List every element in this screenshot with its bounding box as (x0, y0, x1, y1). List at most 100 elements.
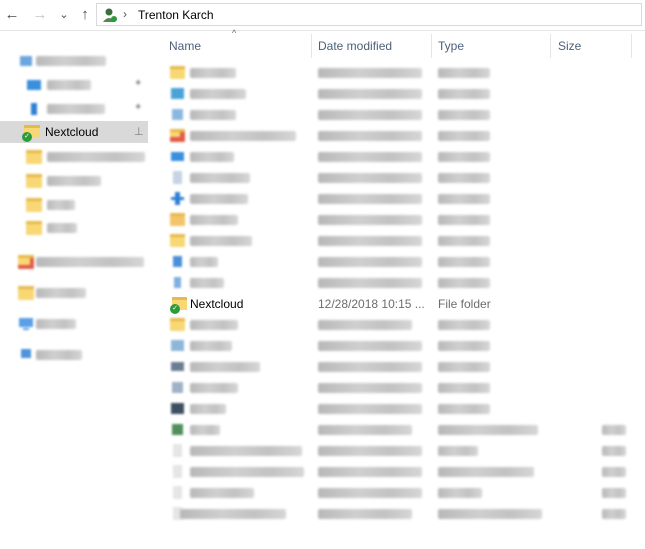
sidebar-item-blurred[interactable] (0, 194, 148, 216)
list-item[interactable] (150, 63, 645, 84)
blurred-name (190, 194, 248, 204)
blurred-date (318, 110, 422, 120)
list-item[interactable] (150, 189, 645, 210)
list-item[interactable] (150, 315, 645, 336)
breadcrumb-current[interactable]: Trenton Karch (138, 8, 214, 22)
blurred-date (318, 488, 422, 498)
sidebar-item-blurred[interactable] (0, 170, 148, 192)
recent-locations-button[interactable]: ⌄ (54, 5, 74, 25)
spreadsheet-icon (172, 424, 183, 435)
list-item[interactable] (150, 483, 645, 504)
blurred-name (190, 467, 304, 477)
list-item[interactable] (150, 252, 645, 273)
sidebar-item-downloads[interactable]: ✦ (0, 98, 148, 120)
blurred-date (318, 425, 412, 435)
blurred-name (190, 446, 302, 456)
list-item[interactable] (150, 168, 645, 189)
sidebar-item-this-pc[interactable] (0, 313, 148, 335)
blurred-date (318, 131, 422, 141)
blurred-name (190, 152, 234, 162)
list-item[interactable] (150, 231, 645, 252)
sidebar-item-blurred[interactable] (0, 146, 148, 168)
blurred-type (438, 194, 490, 204)
blurred-size (602, 446, 626, 456)
blurred-name (190, 110, 236, 120)
list-item[interactable] (150, 420, 645, 441)
blurred-date (318, 341, 422, 351)
blurred-date (318, 194, 422, 204)
list-item[interactable] (150, 126, 645, 147)
column-divider[interactable] (550, 34, 551, 58)
blurred-size (602, 425, 626, 435)
blurred-type (438, 467, 534, 477)
blurred-name (190, 68, 236, 78)
list-item[interactable] (150, 441, 645, 462)
folder-icon (26, 198, 42, 212)
blurred-type (438, 404, 490, 414)
blurred-date (318, 215, 422, 225)
blurred-name (190, 425, 220, 435)
column-divider[interactable] (631, 34, 632, 58)
column-divider[interactable] (431, 34, 432, 58)
list-item[interactable] (150, 504, 645, 525)
sidebar-item-quick-access[interactable] (0, 50, 148, 72)
blurred-label (36, 56, 106, 66)
favorites-icon (170, 213, 185, 226)
blurred-name (190, 278, 224, 288)
blurred-label (36, 319, 76, 329)
list-item[interactable] (150, 147, 645, 168)
blurred-type (438, 383, 490, 393)
list-item[interactable] (150, 273, 645, 294)
blurred-name (190, 341, 232, 351)
breadcrumb-separator: › (123, 7, 127, 21)
column-header-size[interactable]: Size (558, 39, 581, 53)
up-button[interactable]: ↑ (75, 5, 95, 25)
list-item[interactable] (150, 399, 645, 420)
blurred-name (190, 131, 296, 141)
blurred-name (190, 362, 260, 372)
sidebar-item-desktop[interactable]: ✦ (0, 74, 148, 96)
blurred-type (438, 110, 490, 120)
list-item-nextcloud[interactable]: ✓ Nextcloud 12/28/2018 10:15 ... File fo… (150, 294, 645, 315)
column-header-bar: ^ Name Date modified Type Size (150, 28, 645, 59)
list-item[interactable] (150, 210, 645, 231)
sidebar-item-network[interactable] (0, 344, 148, 366)
sidebar-item-creative-cloud[interactable] (0, 251, 148, 273)
column-header-type[interactable]: Type (438, 39, 464, 53)
sidebar-item-nextcloud[interactable]: ✓ Nextcloud ⊥ (0, 121, 148, 143)
file-icon (173, 486, 182, 499)
sync-ok-icon: ✓ (22, 132, 32, 142)
list-item[interactable] (150, 84, 645, 105)
file-type: File folder (438, 297, 491, 311)
desktop-icon (27, 80, 41, 90)
blurred-date (318, 236, 422, 246)
blurred-type (438, 152, 490, 162)
list-item[interactable] (150, 336, 645, 357)
blurred-date (318, 68, 422, 78)
blurred-type (438, 320, 490, 330)
list-item[interactable] (150, 378, 645, 399)
sidebar-item-onedrive[interactable] (0, 282, 148, 304)
blurred-type (438, 89, 490, 99)
list-item[interactable] (150, 357, 645, 378)
list-item[interactable] (150, 462, 645, 483)
blurred-date (318, 152, 422, 162)
download-icon (31, 103, 37, 115)
videos-icon (171, 403, 184, 414)
sidebar-item-blurred[interactable] (0, 217, 148, 239)
address-bar[interactable]: › Trenton Karch (96, 3, 642, 26)
folder-icon (170, 234, 185, 247)
column-header-name[interactable]: Name (169, 39, 201, 53)
sort-ascending-icon: ^ (232, 28, 237, 38)
blurred-name (190, 257, 218, 267)
column-divider[interactable] (311, 34, 312, 58)
forward-button[interactable]: → (30, 5, 50, 25)
list-item[interactable] (150, 105, 645, 126)
blurred-name (190, 488, 254, 498)
back-button[interactable]: ← (2, 5, 22, 25)
pictures-icon (171, 340, 184, 351)
blurred-label (36, 257, 144, 267)
column-header-date[interactable]: Date modified (318, 39, 392, 53)
blurred-size (602, 488, 626, 498)
blurred-size (602, 467, 626, 477)
